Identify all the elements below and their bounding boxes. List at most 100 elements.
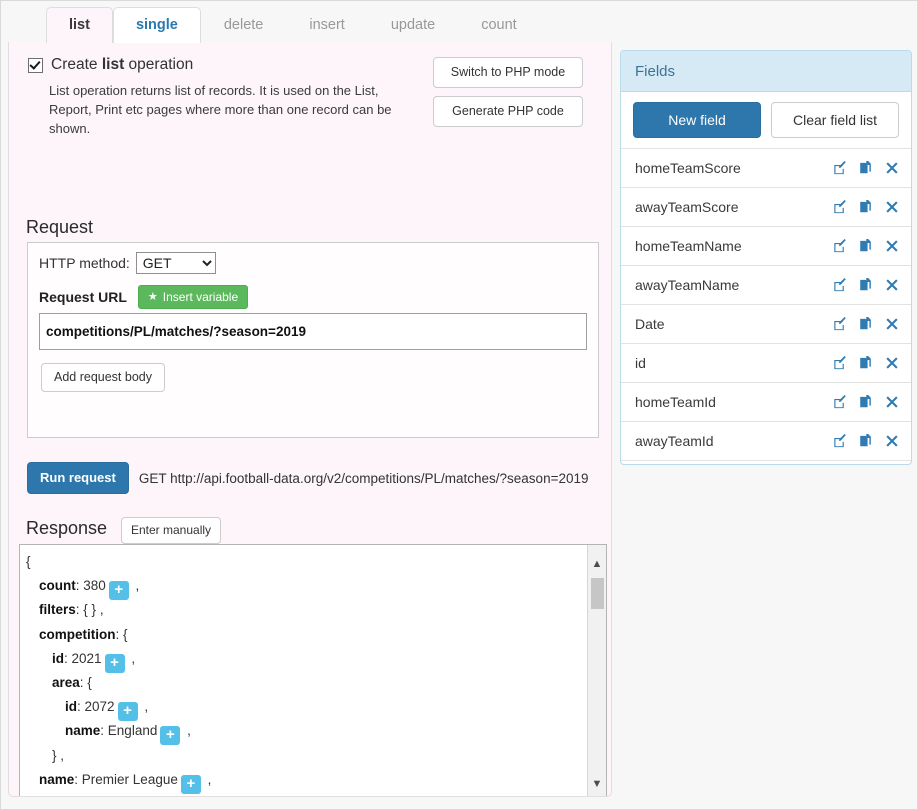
json-separator: : (100, 723, 108, 739)
tab-list: list single delete insert update count (46, 7, 540, 43)
edit-icon[interactable] (833, 161, 847, 175)
create-operation-description: List operation returns list of records. … (49, 83, 392, 136)
tab-count[interactable]: count (458, 7, 539, 43)
enter-manually-button[interactable]: Enter manually (121, 517, 222, 544)
delete-icon[interactable] (885, 356, 899, 370)
operation-tabbar: list single delete insert update count (8, 1, 612, 43)
json-separator: : (64, 650, 72, 666)
edit-icon[interactable] (833, 239, 847, 253)
field-name: id (635, 355, 646, 371)
field-row[interactable]: homeTeamScore (621, 149, 911, 188)
insert-variable-label: Insert variable (162, 290, 239, 304)
field-name: awayTeamId (635, 433, 714, 449)
copy-icon[interactable] (859, 395, 873, 409)
create-operation-block: Create list operation List operation ret… (28, 56, 428, 138)
field-row-actions (833, 278, 899, 292)
delete-icon[interactable] (885, 317, 899, 331)
add-field-plus-button[interactable]: + (108, 581, 129, 601)
fields-panel: Fields New field Clear field list homeTe… (620, 50, 912, 465)
scroll-up-arrow-icon[interactable]: ▲ (588, 555, 606, 573)
scroll-down-arrow-icon[interactable]: ▼ (588, 775, 606, 793)
delete-icon[interactable] (885, 161, 899, 175)
json-value: PL (78, 796, 95, 797)
response-json-line: { (26, 550, 587, 574)
insert-variable-button[interactable]: ★ Insert variable (137, 285, 249, 309)
run-request-button[interactable]: Run request (27, 462, 129, 494)
request-url-row: Request URL ★ Insert variable (39, 285, 249, 309)
field-row[interactable]: awayTeamScore (621, 188, 911, 227)
edit-icon[interactable] (833, 200, 847, 214)
create-operation-label: Create list operation (51, 56, 193, 74)
response-json-line: id: 2021 + , (26, 647, 587, 673)
json-key: name (39, 771, 75, 787)
response-scrollbar[interactable]: ▲ ▼ (587, 545, 606, 796)
copy-icon[interactable] (859, 161, 873, 175)
tab-list[interactable]: list (46, 7, 113, 43)
field-row[interactable]: awayTeamName (621, 266, 911, 305)
edit-icon[interactable] (833, 434, 847, 448)
edit-icon[interactable] (833, 317, 847, 331)
app-window: list single delete insert update count Create… (0, 0, 918, 810)
field-row[interactable]: id (621, 344, 911, 383)
json-separator: : (74, 771, 82, 787)
request-url-label: Request URL (39, 289, 127, 305)
json-key: code (39, 796, 71, 797)
field-row[interactable]: Date (621, 305, 911, 344)
response-json-line: name: England + , (26, 719, 587, 746)
delete-icon[interactable] (885, 239, 899, 253)
delete-icon[interactable] (885, 395, 899, 409)
generate-php-code-button[interactable]: Generate PHP code (433, 96, 583, 127)
json-comma: , (127, 650, 136, 666)
field-row[interactable]: homeTeamName (621, 227, 911, 266)
tab-update[interactable]: update (368, 7, 458, 43)
json-comma: , (121, 796, 128, 797)
json-key: competition (39, 626, 116, 642)
request-url-input[interactable] (39, 313, 587, 350)
copy-icon[interactable] (859, 317, 873, 331)
add-field-plus-button[interactable]: + (180, 774, 201, 794)
response-json-line: code: PL+ , (26, 792, 587, 797)
field-row[interactable]: awayTeamId (621, 422, 911, 461)
json-key: id (65, 699, 77, 715)
json-value: 380 (83, 578, 106, 594)
copy-icon[interactable] (859, 356, 873, 370)
json-value: England (107, 723, 158, 739)
edit-icon[interactable] (833, 356, 847, 370)
copy-icon[interactable] (859, 200, 873, 214)
tab-single[interactable]: single (112, 7, 201, 43)
create-operation-title: Create list operation (28, 56, 428, 74)
delete-icon[interactable] (885, 200, 899, 214)
delete-icon[interactable] (885, 278, 899, 292)
json-value: { (123, 626, 128, 642)
add-field-plus-button[interactable]: + (104, 653, 125, 673)
clear-field-list-button[interactable]: Clear field list (771, 102, 899, 138)
response-json-line: filters: { } , (26, 598, 587, 622)
tab-delete[interactable]: delete (201, 7, 287, 43)
copy-icon[interactable] (859, 239, 873, 253)
switch-to-php-mode-button[interactable]: Switch to PHP mode (433, 57, 583, 88)
add-request-body-button[interactable]: Add request body (41, 363, 165, 392)
edit-icon[interactable] (833, 278, 847, 292)
delete-icon[interactable] (885, 434, 899, 448)
add-field-plus-button[interactable]: + (160, 726, 181, 746)
json-value: 2072 (84, 699, 115, 715)
json-key: area (52, 674, 80, 690)
add-field-plus-button[interactable]: + (117, 702, 138, 722)
field-row-actions (833, 200, 899, 214)
field-row-actions (833, 239, 899, 253)
json-comma: , (203, 771, 212, 787)
json-separator: : (71, 796, 79, 797)
json-value: { (87, 674, 92, 690)
edit-icon[interactable] (833, 395, 847, 409)
copy-icon[interactable] (859, 278, 873, 292)
create-operation-checkbox[interactable] (28, 57, 43, 73)
scrollbar-thumb[interactable] (591, 578, 604, 609)
copy-icon[interactable] (859, 434, 873, 448)
tab-insert[interactable]: insert (286, 7, 367, 43)
json-key: id (52, 650, 64, 666)
field-row[interactable]: homeTeamId (621, 383, 911, 422)
http-method-select[interactable]: GETPOSTPUTDELETEPATCH (135, 252, 216, 274)
field-row-actions (833, 356, 899, 370)
new-field-button[interactable]: New field (633, 102, 761, 138)
run-request-row: Run request GET http://api.football-data… (27, 462, 589, 494)
